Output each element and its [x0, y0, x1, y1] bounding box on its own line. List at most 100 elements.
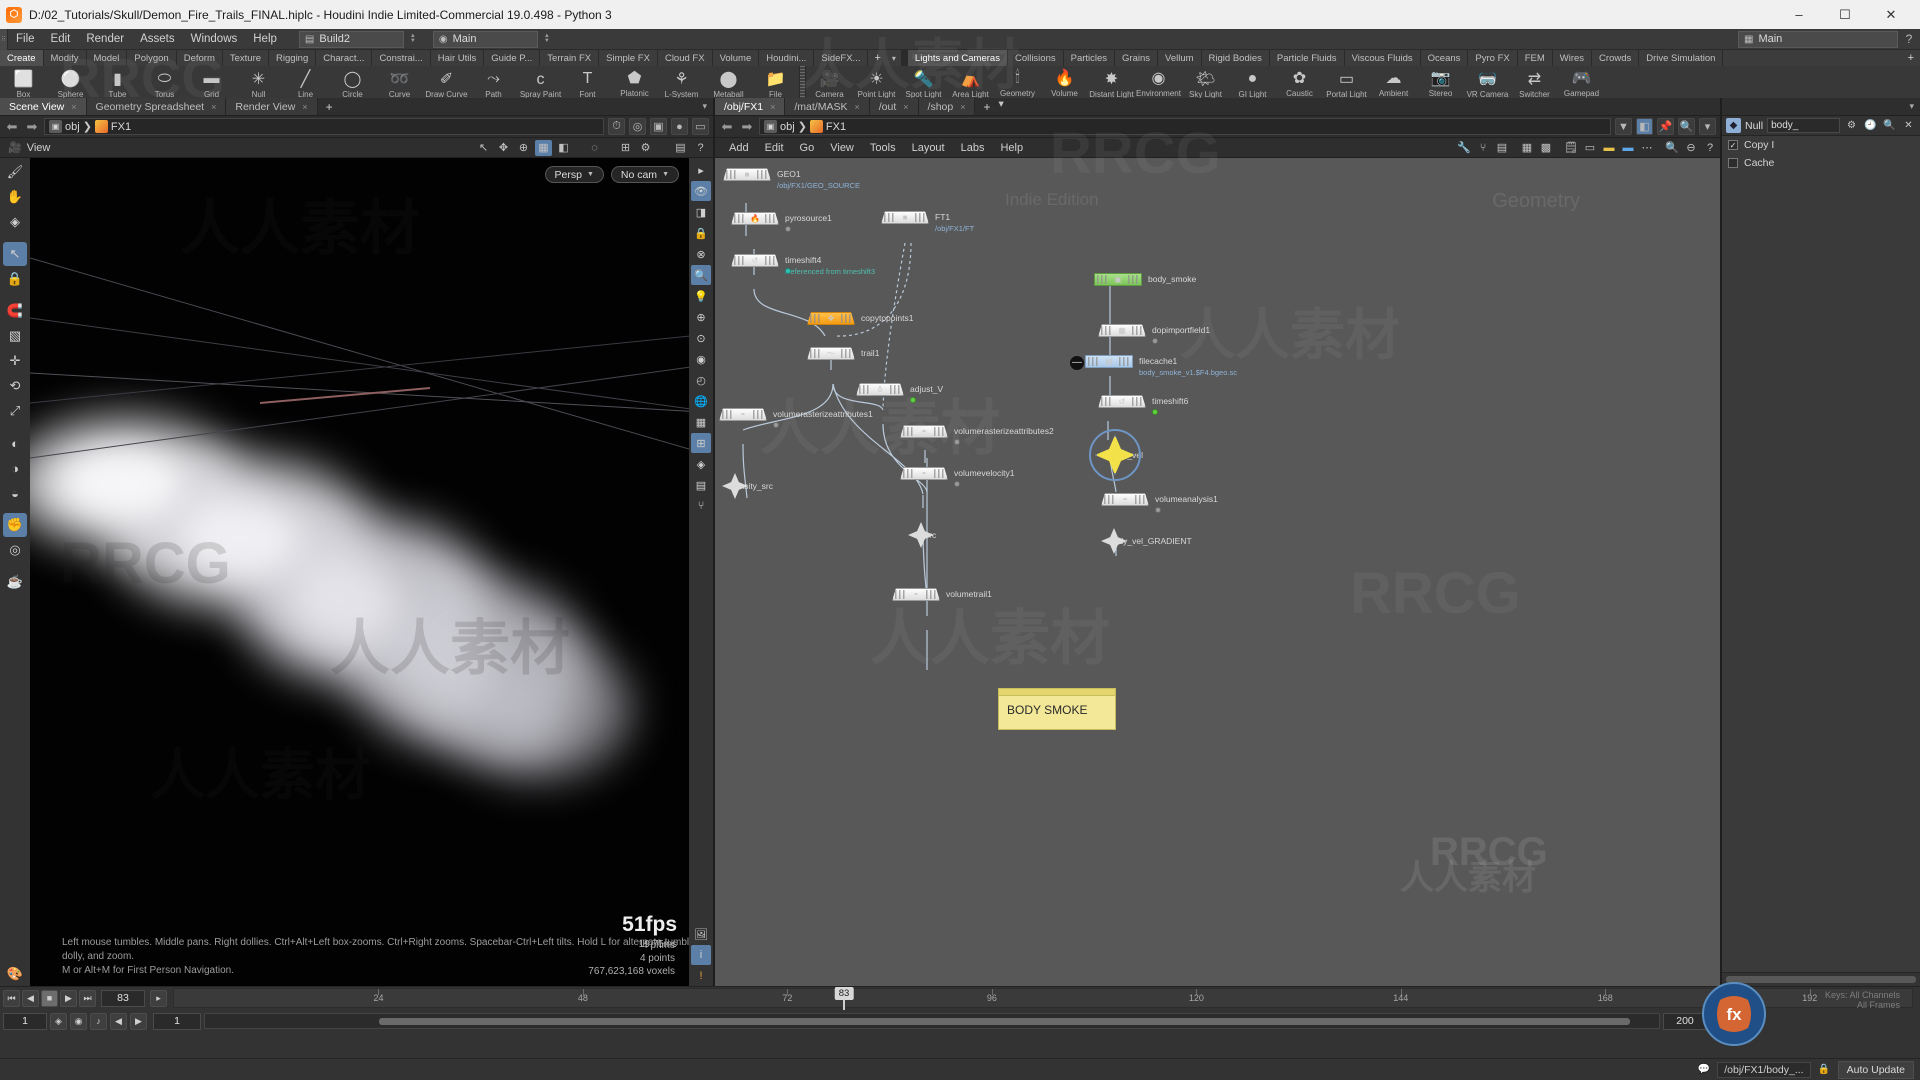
network-tab-3[interactable]: /shop× — [919, 98, 976, 115]
node-flag-green[interactable] — [1152, 409, 1158, 415]
ghost-icon[interactable]: ◌ — [586, 140, 603, 156]
rt-disable-icon[interactable]: ⊗ — [691, 244, 711, 264]
menu-file[interactable]: File — [8, 29, 43, 50]
shelf-add-tab-left[interactable]: + — [868, 50, 886, 66]
node-geo1[interactable]: ■GEO1/obj/FX1/GEO_SOURCE — [723, 168, 801, 181]
node-body-4[interactable]: 〜 — [807, 347, 855, 360]
node-ft1[interactable]: ■FT1/obj/FX1/FT — [881, 211, 950, 224]
node-volumerasterizeattributes2[interactable]: ◓volumerasterizeattributes2 — [900, 425, 1054, 438]
prev-key-button[interactable]: ◀ — [110, 1013, 127, 1030]
maximize-button[interactable]: ☐ — [1822, 0, 1868, 29]
view-tool-icon[interactable]: ⊕ — [515, 140, 532, 156]
next-key-button[interactable]: ▶ — [130, 1013, 147, 1030]
network-tab-close-2[interactable]: × — [903, 102, 908, 112]
network-tab-close-3[interactable]: × — [960, 102, 965, 112]
forward-arrow-icon[interactable]: ➡ — [24, 119, 40, 135]
net-note-icon[interactable]: 🗒 — [1562, 139, 1580, 156]
rt-image-icon[interactable]: 🖼 — [691, 924, 711, 944]
go-to-start-button[interactable]: ⏮ — [3, 990, 20, 1007]
node-volumetrail1[interactable]: ◓volumetrail1 — [892, 588, 992, 601]
shelf-tab-left-10[interactable]: Guide P... — [484, 50, 540, 66]
rt-branch-icon[interactable]: ⑂ — [691, 496, 711, 516]
menu-windows[interactable]: Windows — [183, 29, 246, 50]
snapping-icon[interactable]: ⊞ — [617, 140, 634, 156]
tool-squish-icon[interactable]: ◒ — [3, 481, 27, 505]
stop-button[interactable]: ■ — [41, 990, 58, 1007]
shading-mode-icon[interactable]: ◧ — [555, 140, 572, 156]
keyframe-icon-button[interactable]: ◈ — [50, 1013, 67, 1030]
shelf-tab-right-12[interactable]: Crowds — [1592, 50, 1639, 66]
step-back-button[interactable]: ◀ — [22, 990, 39, 1007]
null-star-icon[interactable] — [722, 473, 748, 499]
node-body-18[interactable]: ◓ — [1101, 493, 1149, 506]
node-flag-grey[interactable] — [954, 481, 960, 487]
rt-addcam-icon[interactable]: ⊙ — [691, 328, 711, 348]
shelf-tab-left-1[interactable]: Modify — [44, 50, 87, 66]
tool-rotate-icon[interactable]: ⟲ — [3, 374, 27, 398]
rt-group-icon[interactable]: ◉ — [691, 349, 711, 369]
tool-move-icon[interactable]: ✛ — [3, 349, 27, 373]
tool-bend-icon[interactable]: ◐ — [3, 431, 27, 455]
node-body-vel[interactable]: body_vel — [1095, 435, 1143, 475]
tool-hand-icon[interactable]: ✊ — [3, 513, 27, 537]
node-dopimportfield1[interactable]: ▦dopimportfield1 — [1098, 324, 1210, 337]
shelf-tab-left-0[interactable]: Create — [0, 50, 44, 66]
tool-smooth-icon[interactable]: ◈ — [3, 210, 27, 234]
shelf-tab-right-6[interactable]: Particle Fluids — [1270, 50, 1345, 66]
param-cache-checkbox[interactable] — [1728, 158, 1738, 168]
back-arrow-icon[interactable]: ⬅ — [4, 119, 20, 135]
node-timeshift6[interactable]: ↺timeshift6 — [1098, 395, 1188, 408]
node-body-16[interactable]: ↺ — [1098, 395, 1146, 408]
tool-scale-icon[interactable]: ⤢ — [3, 399, 27, 423]
frame-ruler[interactable]: 24487296120144168192 83 Keys: All Channe… — [173, 988, 1913, 1008]
rt-node-icon[interactable]: ◈ — [691, 454, 711, 474]
viewmode-spinner[interactable]: ▲▼ — [541, 31, 553, 48]
status-chat-icon[interactable]: 💬 — [1696, 1062, 1711, 1077]
viewmode-selector[interactable]: ◉ Main — [433, 31, 538, 48]
param-gear-icon[interactable]: ⚙ — [1844, 118, 1859, 133]
audio-icon-button[interactable]: ♪ — [90, 1013, 107, 1030]
help-question-icon[interactable]: ? — [1898, 32, 1920, 46]
network-menu-go[interactable]: Go — [792, 138, 823, 158]
scene-add-tab[interactable]: + — [318, 98, 341, 115]
node-body-0[interactable]: ■ — [723, 168, 771, 181]
path-sphere-icon[interactable]: ● — [671, 118, 688, 135]
node-timeshift4[interactable]: ↺timeshift4Referenced from timeshift3 — [731, 254, 821, 267]
network-menu-help[interactable]: Help — [992, 138, 1031, 158]
shelf-tab-right-13[interactable]: Drive Simulation — [1639, 50, 1723, 66]
net-forward-arrow-icon[interactable]: ➡ — [739, 119, 755, 135]
shelf-tab-left-8[interactable]: Constrai... — [372, 50, 430, 66]
scene-tab-close-0[interactable]: × — [71, 102, 76, 112]
node-body-smoke[interactable]: ▣body_smoke — [1094, 273, 1196, 286]
shelf-tab-left-16[interactable]: SideFX... — [814, 50, 868, 66]
shelf-tab-right-2[interactable]: Particles — [1064, 50, 1115, 66]
tool-sculpt-icon[interactable]: ✋ — [3, 185, 27, 209]
node-body-5[interactable]: ■ — [881, 211, 929, 224]
scene-tab-close-2[interactable]: × — [302, 102, 307, 112]
shelf-tab-left-7[interactable]: Charact... — [316, 50, 372, 66]
minimize-button[interactable]: – — [1776, 0, 1822, 29]
param-search-icon[interactable]: 🔍 — [1882, 118, 1897, 133]
bypass-flag-icon[interactable]: — — [1070, 356, 1084, 370]
param-row-cache[interactable]: Cache — [1722, 154, 1920, 172]
net-filter-icon[interactable]: ▼ — [1615, 118, 1632, 135]
param-history-icon[interactable]: 🕘 — [1863, 118, 1878, 133]
status-lock-icon[interactable]: 🔒 — [1817, 1062, 1832, 1077]
network-tab-2[interactable]: /out× — [870, 98, 919, 115]
node-body-1[interactable]: 🔥 — [731, 212, 779, 225]
node-body-9[interactable]: ◓ — [900, 425, 948, 438]
menu-assets[interactable]: Assets — [132, 29, 183, 50]
net-grid1-icon[interactable]: ▦ — [1518, 139, 1536, 156]
path-cube-icon[interactable]: ▣ — [650, 118, 667, 135]
node-filecache1[interactable]: ▤filecache1body_smoke_v1.$F4.bgeo.sc — [1085, 355, 1177, 368]
perspective-selector[interactable]: Persp ▼ — [545, 166, 604, 183]
viewport-3d[interactable]: Persp ▼ No cam ▼ 51fps 19.75ms 4 prims 4… — [30, 158, 689, 986]
net-branch-icon[interactable]: ⑂ — [1474, 139, 1492, 156]
rt-lock-icon[interactable]: 🔒 — [691, 223, 711, 243]
rt-light-icon[interactable]: 💡 — [691, 286, 711, 306]
rt-warning-icon[interactable]: ! — [691, 966, 711, 986]
shelf-tab-left-6[interactable]: Rigging — [269, 50, 316, 66]
net-search-icon[interactable]: 🔍 — [1678, 118, 1695, 135]
net-zoomout-icon[interactable]: ⊖ — [1682, 139, 1700, 156]
node-body-2[interactable]: ↺ — [731, 254, 779, 267]
